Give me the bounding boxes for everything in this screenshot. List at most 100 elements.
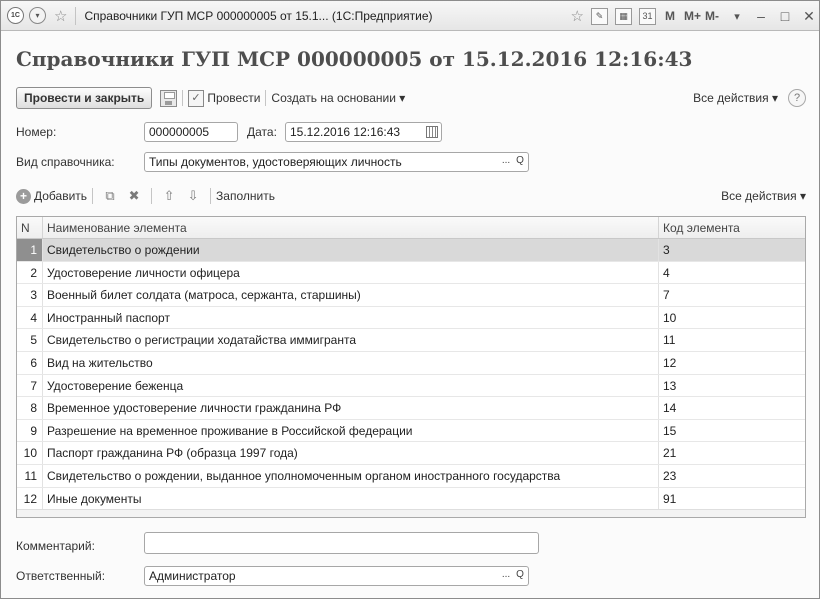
minimize-icon[interactable]: – [755,8,767,24]
row-number: 12 [17,487,43,510]
row-code: 15 [663,423,677,438]
responsible-label: Ответственный: [16,569,106,583]
fill-button[interactable]: Заполнить [216,189,275,203]
post-and-close-button[interactable]: Провести и закрыть [16,87,153,109]
command-separator [182,90,184,106]
save-icon[interactable] [160,89,178,107]
row-number: 3 [17,284,43,306]
post-icon[interactable] [188,89,205,107]
row-code: 91 [663,491,677,506]
table-row[interactable]: 8 Временное удостоверение личности гражда… [17,397,805,420]
command-separator [265,90,267,106]
responsible-field[interactable]: Администратор ... Q [144,566,529,586]
table-row[interactable]: 6 Вид на жительство 12 [17,351,805,375]
title-separator [75,6,77,25]
row-name: Иностранный паспорт [43,306,659,329]
row-number: 6 [17,351,43,374]
delete-icon[interactable]: ✖ [125,187,143,205]
row-code: 7 [663,288,670,303]
command-bar: Провести и закрыть Провести Создать на о… [16,87,806,109]
table-row[interactable]: 3 Военный билет солдата (матроса, сержант… [17,284,805,307]
add-favorite-icon[interactable]: ☆ [571,7,584,25]
row-name: Свидетельство о рождении [43,239,659,261]
table-body: 1 Свидетельство о рождении 3 2 Удостоверение… [17,239,805,511]
row-name: Военный билет солдата (матроса, сержанта… [43,284,659,306]
calculator-icon[interactable]: ▦ [614,7,632,25]
search-icon[interactable]: Q [513,154,527,170]
move-down-icon[interactable]: ⇩ [184,187,202,205]
calendar-picker-icon[interactable] [426,126,438,138]
row-name: Свидетельство о регистрации ходатайства … [43,329,659,351]
row-number: 2 [17,261,43,284]
header-name[interactable]: Наименование элемента [43,217,659,238]
row-name: Свидетельство о рождении, выданное уполн… [43,464,659,487]
link-icon[interactable]: ✎ [590,7,608,25]
select-button[interactable]: ... [499,154,513,170]
comment-field[interactable] [144,532,539,554]
row-name: Паспорт гражданина РФ (образца 1997 года… [43,442,659,464]
window-menu-icon[interactable]: ▾ [29,7,46,24]
add-icon[interactable]: + [16,188,31,204]
row-code: 14 [663,401,677,416]
table-toolbar: + Добавить ⧉ ✖ ⇧ ⇩ Заполнить Все действи… [16,186,806,206]
catalog-kind-field[interactable]: Типы документов, удостоверяющих личность… [144,152,529,172]
search-icon[interactable]: Q [513,568,527,584]
create-based-on-button[interactable]: Создать на основании ▾ [271,91,405,105]
close-icon[interactable]: ✕ [803,8,815,25]
app-logo-icon[interactable]: 1С [7,7,24,24]
move-up-icon[interactable]: ⇧ [160,187,178,205]
table-row[interactable]: 7 Удостоверение беженца 13 [17,374,805,398]
more-menu-icon[interactable]: ▾ [731,10,743,23]
row-code: 21 [663,446,677,461]
maximize-icon[interactable]: □ [779,8,791,24]
row-code: 12 [663,355,677,370]
table-header: N Наименование элемента Код элемента [17,217,805,239]
row-code: 10 [663,310,677,325]
copy-icon[interactable]: ⧉ [101,187,119,205]
table-row[interactable]: 11 Свидетельство о рождении, выданное упо… [17,464,805,488]
window-title: Справочники ГУП МСР 000000005 от 15.1...… [84,8,433,23]
select-button[interactable]: ... [499,568,513,584]
memory-minus-button[interactable]: M- [705,9,719,23]
row-number: 8 [17,397,43,419]
header-n[interactable]: N [17,217,43,238]
help-icon[interactable]: ? [788,89,806,107]
row-code: 11 [663,333,676,348]
memory-m-button[interactable]: M [665,9,675,23]
row-code: 3 [663,243,670,257]
horizontal-scrollbar[interactable] [17,509,805,517]
toolbar-separator [151,188,153,204]
table-row[interactable]: 5 Свидетельство о регистрации ходатайства… [17,329,805,352]
table-row[interactable]: 2 Удостоверение личности офицера 4 [17,261,805,285]
comment-label: Комментарий: [16,539,95,553]
header-code[interactable]: Код элемента [659,217,805,238]
number-field[interactable]: 000000005 [144,122,238,142]
table-row[interactable]: 9 Разрешение на временное проживание в Ро… [17,419,805,443]
all-actions-button[interactable]: Все действия ▾ [693,91,778,105]
table-row[interactable]: 4 Иностранный паспорт 10 [17,306,805,330]
table-row[interactable]: 1 Свидетельство о рождении 3 [17,239,805,262]
row-code: 13 [663,378,677,393]
row-number: 9 [17,419,43,442]
row-name: Разрешение на временное проживание в Рос… [43,419,659,442]
table-row[interactable]: 10 Паспорт гражданина РФ (образца 1997 го… [17,442,805,465]
toolbar-separator [92,188,94,204]
row-number: 5 [17,329,43,351]
date-field[interactable]: 15.12.2016 12:16:43 [285,122,442,142]
row-name: Вид на жительство [43,351,659,374]
calendar-icon[interactable]: 31 [638,7,656,25]
row-number: 10 [17,442,43,464]
title-bar-tools: ☆ ✎ ▦ 31 M M+ M- ▾ – □ ✕ [571,1,815,31]
favorite-star-icon[interactable]: ☆ [54,7,67,25]
table-all-actions-button[interactable]: Все действия ▾ [721,189,806,203]
add-button[interactable]: Добавить [34,189,87,203]
row-number: 1 [17,239,43,261]
field-buttons: ... Q [499,154,527,170]
title-bar: 1С ▾ ☆ Справочники ГУП МСР 000000005 от … [1,1,819,31]
table-row[interactable]: 12 Иные документы 91 [17,487,805,511]
post-button[interactable]: Провести [207,91,260,105]
row-name: Удостоверение беженца [43,374,659,397]
date-label: Дата: [247,125,277,139]
memory-plus-button[interactable]: M+ [684,9,701,23]
row-name: Временное удостоверение личности граждан… [43,397,659,419]
